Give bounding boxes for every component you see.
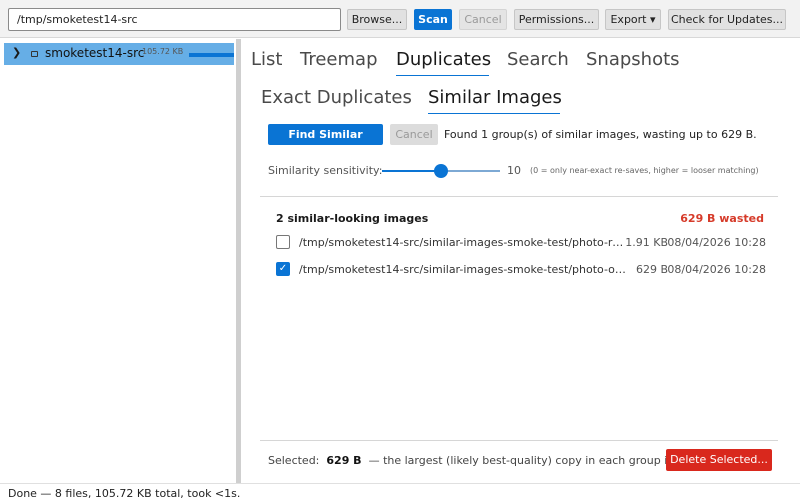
status-bar: Done — 8 files, 105.72 KB total, took <1… [0,483,800,504]
file-size: 629 B [635,263,668,276]
file-date: 08/04/2026 10:28 [667,263,766,276]
file-checkbox[interactable] [276,235,290,249]
file-row[interactable]: ✓ /tmp/smoketest14-src/similar-images-sm… [276,261,766,279]
sensitivity-hint: (0 = only near-exact re-saves, higher = … [530,166,759,175]
tab-snapshots[interactable]: Snapshots [586,49,680,70]
file-date: 08/04/2026 10:28 [667,236,766,249]
group-title: 2 similar-looking images [276,212,429,225]
sensitivity-value: 10 [507,164,521,177]
subtab-exact-duplicates[interactable]: Exact Duplicates [261,87,412,108]
sensitivity-slider-thumb[interactable] [434,164,448,178]
tab-duplicates-underline [396,75,489,76]
check-updates-button[interactable]: Check for Updates... [668,9,786,30]
subtab-similar-images[interactable]: Similar Images [428,87,562,108]
sensitivity-label: Similarity sensitivity: [268,164,383,177]
file-checkbox-checked[interactable]: ✓ [276,262,290,276]
file-path: /tmp/smoketest14-src/similar-images-smok… [299,263,626,276]
tab-list[interactable]: List [251,49,282,70]
file-path: /tmp/smoketest14-src/similar-images-smok… [299,236,626,249]
selected-summary: Selected: 629 B — the largest (likely be… [268,454,666,467]
permissions-button[interactable]: Permissions... [514,9,599,30]
selected-value: 629 B [326,454,362,467]
main-panel: List Treemap Duplicates Search Snapshots… [241,39,800,483]
tree-item-root[interactable]: ❯ smoketest14-src 105.72 KB [4,43,234,65]
similar-status-text: Found 1 group(s) of similar images, wast… [444,128,757,141]
selected-note: — the largest (likely best-quality) copy… [368,454,666,467]
toolbar: Browse... Scan Cancel Permissions... Exp… [0,0,800,38]
tree-item-size: 105.72 KB [142,47,184,56]
find-similar-images-button[interactable]: Find Similar Images [268,124,383,162]
similar-cancel-button[interactable]: Cancel [390,124,438,145]
folder-icon [31,51,38,57]
sidebar: ❯ smoketest14-src 105.72 KB [0,39,236,483]
path-input[interactable] [8,8,341,31]
browse-button[interactable]: Browse... [347,9,407,30]
tab-duplicates[interactable]: Duplicates [396,49,491,70]
group-wasted: 629 B wasted [680,212,764,225]
sensitivity-slider-fill [382,170,441,172]
selected-prefix: Selected: [268,454,320,467]
file-row[interactable]: /tmp/smoketest14-src/similar-images-smok… [276,234,766,252]
subtab-similar-images-underline [428,113,560,114]
tree-item-size-bar [189,53,234,57]
scan-button[interactable]: Scan [414,9,452,30]
export-button[interactable]: Export ▾ [605,9,661,30]
delete-selected-button[interactable]: Delete Selected... [666,449,772,471]
divider [260,440,778,441]
status-text: Done — 8 files, 105.72 KB total, took <1… [8,487,241,500]
divider [260,196,778,197]
tree-item-label: smoketest14-src [45,46,145,60]
tab-search[interactable]: Search [507,49,569,70]
file-size: 1.91 KB [625,236,668,249]
tab-treemap[interactable]: Treemap [300,49,378,70]
chevron-right-icon[interactable]: ❯ [12,46,21,59]
toolbar-cancel-button[interactable]: Cancel [459,9,507,30]
